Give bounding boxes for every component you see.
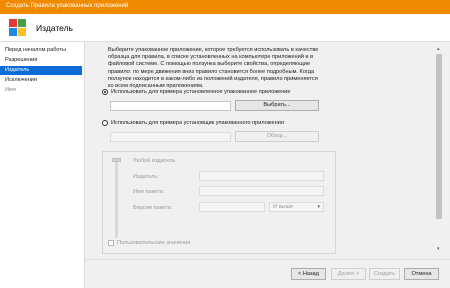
nav-item-permissions[interactable]: Разрешения (0, 56, 82, 65)
installer-field[interactable] (110, 132, 231, 142)
scrollbar-thumb[interactable] (436, 54, 442, 219)
slider-track (115, 160, 118, 238)
next-button[interactable]: Далее > (331, 268, 366, 280)
publisher-field[interactable] (199, 171, 324, 181)
radio-installed-app-label: Использовать для примера установленное у… (111, 89, 291, 95)
select-button[interactable]: Выбрать... (235, 100, 319, 111)
custom-values-label: Пользовательские значения (117, 240, 191, 246)
cancel-button[interactable]: Отмена (404, 268, 439, 280)
nav-item-publisher[interactable]: Издатель (0, 66, 82, 75)
custom-values-checkbox[interactable] (108, 240, 114, 246)
version-select-value: И выше (273, 204, 294, 210)
page-title: Издатель (36, 23, 73, 33)
footer-divider (85, 259, 450, 260)
chevron-down-icon: ▾ (317, 204, 320, 210)
installed-app-field[interactable] (110, 101, 231, 111)
nav-item-before-you-begin[interactable]: Перед началом работы (0, 46, 82, 55)
package-version-field[interactable] (199, 202, 265, 212)
radio-installed-app[interactable] (102, 89, 108, 95)
scroll-up-icon[interactable]: ▴ (437, 46, 440, 52)
radio-installer[interactable] (102, 120, 108, 126)
description-text: Выберите упакованное приложение, которое… (108, 47, 319, 90)
browse-button[interactable]: Обзор... (235, 131, 319, 142)
package-version-label: Версия пакета: (133, 205, 173, 211)
window-title: Создать Правила упакованных приложений (6, 3, 129, 9)
scope-slider-thumb[interactable] (112, 158, 121, 162)
nav-item-name[interactable]: Имя (0, 86, 82, 95)
create-button[interactable]: Создать (369, 268, 400, 280)
back-button[interactable]: < Назад (291, 268, 326, 280)
publisher-label: Издатель: (133, 174, 159, 180)
app-grid-icon (9, 19, 26, 36)
package-name-label: Имя пакета: (133, 189, 165, 195)
title-bar: Создать Правила упакованных приложений (0, 0, 450, 14)
radio-installer-label: Использовать для примера установщик упак… (111, 120, 284, 126)
nav-item-exceptions[interactable]: Исключения (0, 76, 82, 85)
slider-label: Любой издатель (133, 158, 176, 164)
package-name-field[interactable] (199, 186, 324, 196)
scroll-down-icon[interactable]: ▾ (437, 246, 440, 252)
version-select[interactable]: И выше ▾ (269, 202, 324, 212)
